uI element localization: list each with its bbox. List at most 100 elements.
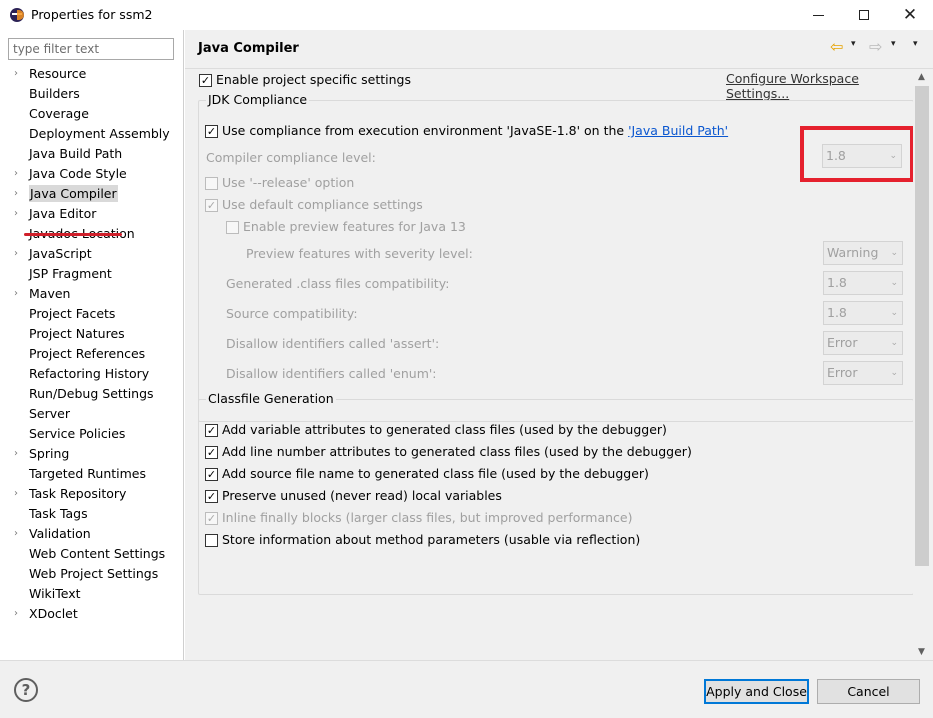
scroll-down-icon[interactable]: ▼ xyxy=(918,647,925,657)
chevron-right-icon[interactable]: › xyxy=(14,204,24,224)
classfile-option-label: Preserve unused (never read) local varia… xyxy=(222,488,502,503)
use-compliance-label: Use compliance from execution environmen… xyxy=(222,122,728,140)
classfile-option-label: Inline finally blocks (larger class file… xyxy=(222,510,633,525)
classfile-option-checkbox: ✓ xyxy=(205,512,218,525)
tree-item[interactable]: Web Project Settings xyxy=(0,564,184,584)
tree-item-label: Targeted Runtimes xyxy=(29,466,146,481)
preview-severity-label: Preview features with severity level: xyxy=(246,246,473,261)
filter-input[interactable] xyxy=(8,38,174,60)
enum-identifier-select: Error ⌄ xyxy=(823,361,903,385)
tree-item[interactable]: Web Content Settings xyxy=(0,544,184,564)
jdk-compliance-title: JDK Compliance xyxy=(206,92,310,107)
enum-identifier-label: Disallow identifiers called 'enum': xyxy=(226,366,437,381)
classfile-option-checkbox[interactable]: ✓ xyxy=(205,446,218,459)
back-dropdown-icon[interactable]: ▾ xyxy=(851,39,856,49)
minimize-icon xyxy=(812,14,824,16)
chevron-right-icon[interactable]: › xyxy=(14,64,24,84)
tree-item[interactable]: Run/Debug Settings xyxy=(0,384,184,404)
tree-item[interactable]: › JavaScript xyxy=(0,244,184,264)
tree-item-label: Project Natures xyxy=(29,326,125,341)
forward-dropdown-icon[interactable]: ▾ xyxy=(891,39,896,49)
chevron-right-icon[interactable]: › xyxy=(14,484,24,504)
tree-item[interactable]: Java Build Path xyxy=(0,144,184,164)
tree-item-label: Server xyxy=(29,406,70,421)
tree-item-label: Service Policies xyxy=(29,426,126,441)
tree-item[interactable]: Server xyxy=(0,404,184,424)
maximize-button[interactable] xyxy=(841,0,887,30)
cancel-button[interactable]: Cancel xyxy=(817,679,920,704)
preview-features-label: Enable preview features for Java 13 xyxy=(243,219,466,234)
tree-item[interactable]: › Java Code Style xyxy=(0,164,184,184)
chevron-right-icon[interactable]: › xyxy=(14,524,24,544)
chevron-right-icon[interactable]: › xyxy=(14,604,24,624)
tree-item[interactable]: Deployment Assembly xyxy=(0,124,184,144)
configure-workspace-link[interactable]: Configure Workspace Settings... xyxy=(726,71,913,101)
view-menu-icon[interactable]: ▾ xyxy=(913,39,918,49)
maximize-icon xyxy=(859,10,869,20)
tree-item-label: Maven xyxy=(29,286,71,301)
page-content: ✓ Enable project specific settings Confi… xyxy=(185,69,913,660)
tree-item[interactable]: WikiText xyxy=(0,584,184,604)
chevron-right-icon[interactable]: › xyxy=(14,184,24,204)
chevron-right-icon[interactable]: › xyxy=(14,164,24,184)
help-icon[interactable]: ? xyxy=(14,678,38,702)
title-bar: Properties for ssm2 ✕ xyxy=(0,0,933,30)
tree-item[interactable]: Targeted Runtimes xyxy=(0,464,184,484)
java-build-path-link[interactable]: 'Java Build Path' xyxy=(628,123,728,138)
use-compliance-checkbox[interactable]: ✓ xyxy=(205,125,218,138)
scrollbar-thumb[interactable] xyxy=(915,86,929,566)
tree-item[interactable]: Project Facets xyxy=(0,304,184,324)
tree-item-label: JavaScript xyxy=(29,246,92,261)
tree-item-label: Web Project Settings xyxy=(29,566,159,581)
classfile-option-checkbox[interactable]: ✓ xyxy=(205,490,218,503)
tree-item[interactable]: › Spring xyxy=(0,444,184,464)
release-option-checkbox xyxy=(205,177,218,190)
scroll-up-icon[interactable]: ▲ xyxy=(918,72,925,82)
back-arrow-icon[interactable]: ⇦ xyxy=(830,38,848,56)
tree-item[interactable]: Builders xyxy=(0,84,184,104)
tree-item[interactable]: Project Natures xyxy=(0,324,184,344)
tree-item[interactable]: › Maven xyxy=(0,284,184,304)
tree-item[interactable]: Coverage xyxy=(0,104,184,124)
apply-and-close-button[interactable]: Apply and Close xyxy=(704,679,809,704)
tree-item-label: Project References xyxy=(29,346,146,361)
tree-item-label: Validation xyxy=(29,526,91,541)
tree-item[interactable]: › Resource xyxy=(0,64,184,84)
window-title: Properties for ssm2 xyxy=(31,7,153,22)
forward-arrow-icon[interactable]: ⇨ xyxy=(869,38,887,56)
classfile-option-checkbox[interactable] xyxy=(205,534,218,547)
tree-item[interactable]: › Validation xyxy=(0,524,184,544)
minimize-button[interactable] xyxy=(795,0,841,30)
tree-item[interactable]: › Java Editor xyxy=(0,204,184,224)
classfile-option-checkbox[interactable]: ✓ xyxy=(205,424,218,437)
tree-item-label: Java Compiler xyxy=(29,185,118,202)
chevron-down-icon: ⌄ xyxy=(890,248,898,258)
tree-item[interactable]: Task Tags xyxy=(0,504,184,524)
chevron-right-icon[interactable]: › xyxy=(14,444,24,464)
tree-item-label: Task Repository xyxy=(29,486,127,501)
tree-item-label: Resource xyxy=(29,66,87,81)
tree-item[interactable]: › XDoclet xyxy=(0,604,184,624)
tree-item-label: Java Build Path xyxy=(29,146,123,161)
tree-item[interactable]: › Java Compiler xyxy=(0,184,184,204)
tree-item[interactable]: Refactoring History xyxy=(0,364,184,384)
enable-project-specific-checkbox[interactable]: ✓ xyxy=(199,74,212,87)
tree-item[interactable]: Service Policies xyxy=(0,424,184,444)
source-compat-label: Source compatibility: xyxy=(226,306,358,321)
enable-project-specific-label: Enable project specific settings xyxy=(216,72,411,87)
chevron-right-icon[interactable]: › xyxy=(14,244,24,264)
tree-item-label: Refactoring History xyxy=(29,366,150,381)
tree-item-label: Task Tags xyxy=(29,506,88,521)
chevron-right-icon[interactable]: › xyxy=(14,284,24,304)
button-bar: ? Apply and Close Cancel xyxy=(0,660,933,718)
close-button[interactable]: ✕ xyxy=(887,0,933,30)
selection-annotation-underline xyxy=(24,233,122,236)
vertical-scrollbar[interactable]: ▲ ▼ xyxy=(913,69,933,660)
eclipse-icon xyxy=(10,8,24,22)
tree-item-label: Builders xyxy=(29,86,80,101)
classfile-option-checkbox[interactable]: ✓ xyxy=(205,468,218,481)
tree-item[interactable]: JSP Fragment xyxy=(0,264,184,284)
tree-item-label: Run/Debug Settings xyxy=(29,386,154,401)
tree-item[interactable]: › Task Repository xyxy=(0,484,184,504)
tree-item[interactable]: Project References xyxy=(0,344,184,364)
